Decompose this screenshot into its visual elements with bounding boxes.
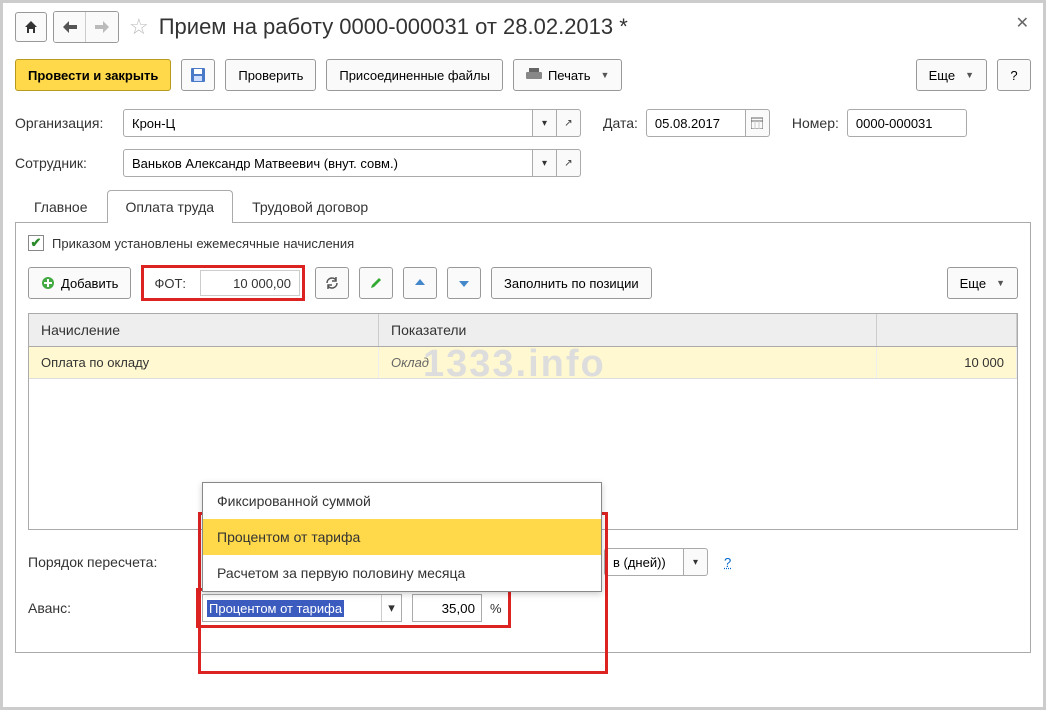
printer-icon — [526, 68, 542, 82]
help-button[interactable]: ? — [997, 59, 1031, 91]
chevron-down-icon[interactable]: ▾ — [381, 595, 401, 621]
save-button[interactable] — [181, 59, 215, 91]
monthly-accruals-checkbox[interactable]: ✔ — [28, 235, 44, 251]
calendar-button[interactable] — [746, 109, 770, 137]
print-button[interactable]: Печать ▼ — [513, 59, 623, 91]
org-label: Организация: — [15, 115, 115, 131]
move-down-button[interactable] — [447, 267, 481, 299]
close-icon[interactable]: ✕ — [1016, 13, 1029, 33]
grid-header-value — [877, 314, 1017, 346]
move-up-button[interactable] — [403, 267, 437, 299]
fot-value: 10 000,00 — [200, 270, 300, 296]
refresh-button[interactable] — [315, 267, 349, 299]
employee-open-button[interactable]: ↗ — [557, 149, 581, 177]
home-button[interactable] — [15, 12, 47, 42]
main-toolbar: Провести и закрыть Проверить Присоединен… — [15, 59, 1031, 91]
edit-button[interactable] — [359, 267, 393, 299]
chevron-down-icon: ▼ — [965, 70, 974, 80]
tab-contract[interactable]: Трудовой договор — [233, 190, 387, 223]
org-dropdown-button[interactable]: ▾ — [533, 109, 557, 137]
favorite-icon[interactable]: ☆ — [129, 14, 149, 40]
titlebar: ☆ Прием на работу 0000-000031 от 28.02.2… — [15, 11, 1031, 43]
advance-option-percent[interactable]: Процентом от тарифа — [203, 519, 601, 555]
recalc-label: Порядок пересчета: — [28, 554, 188, 570]
page-title: Прием на работу 0000-000031 от 28.02.201… — [159, 14, 628, 40]
grid-header-indicators: Показатели — [379, 314, 877, 346]
submit-close-button[interactable]: Провести и закрыть — [15, 59, 171, 91]
cell-indicator: Оклад — [379, 347, 877, 378]
advance-option-fixed[interactable]: Фиксированной суммой — [203, 483, 601, 519]
back-button[interactable] — [54, 12, 86, 42]
chevron-down-icon: ▼ — [601, 70, 610, 80]
cell-value: 10 000 — [877, 347, 1017, 378]
grid-more-button[interactable]: Еще ▼ — [947, 267, 1018, 299]
check-button[interactable]: Проверить — [225, 59, 316, 91]
tab-content-pay: 1333.info ✔ Приказом установлены ежемеся… — [15, 223, 1031, 653]
percent-symbol: % — [490, 601, 502, 616]
date-label: Дата: — [603, 115, 638, 131]
org-open-button[interactable]: ↗ — [557, 109, 581, 137]
employee-dropdown-button[interactable]: ▾ — [533, 149, 557, 177]
advance-label: Аванс: — [28, 600, 188, 616]
grid-header-accrual: Начисление — [29, 314, 379, 346]
date-input[interactable] — [646, 109, 746, 137]
tabs: Главное Оплата труда Трудовой договор — [15, 189, 1031, 223]
more-button[interactable]: Еще ▼ — [916, 59, 987, 91]
attached-files-button[interactable]: Присоединенные файлы — [326, 59, 503, 91]
recalc-input[interactable] — [604, 548, 684, 576]
tab-pay[interactable]: Оплата труда — [107, 190, 234, 223]
number-input[interactable] — [847, 109, 967, 137]
table-row[interactable]: Оплата по окладу Оклад 10 000 — [29, 347, 1017, 379]
add-button[interactable]: Добавить — [28, 267, 131, 299]
number-label: Номер: — [792, 115, 839, 131]
advance-selected-text: Процентом от тарифа — [207, 600, 344, 617]
recalc-dropdown-button[interactable]: ▾ — [684, 548, 708, 576]
org-input[interactable] — [123, 109, 533, 137]
fill-by-position-button[interactable]: Заполнить по позиции — [491, 267, 652, 299]
advance-option-calc[interactable]: Расчетом за первую половину месяца — [203, 555, 601, 591]
chevron-down-icon: ▼ — [996, 278, 1005, 288]
tab-main[interactable]: Главное — [15, 190, 107, 223]
forward-button[interactable] — [86, 12, 118, 42]
employee-label: Сотрудник: — [15, 155, 115, 171]
employee-input[interactable] — [123, 149, 533, 177]
monthly-accruals-label: Приказом установлены ежемесячные начисле… — [52, 236, 354, 251]
advance-select[interactable]: Процентом от тарифа ▾ — [202, 594, 402, 622]
cell-accrual: Оплата по окладу — [29, 347, 379, 378]
fot-highlight: ФОТ: 10 000,00 — [141, 265, 305, 301]
advance-percent-input[interactable] — [412, 594, 482, 622]
help-link[interactable]: ? — [724, 555, 731, 570]
fot-label: ФОТ: — [146, 276, 194, 291]
advance-dropdown-list: Фиксированной суммой Процентом от тарифа… — [202, 482, 602, 592]
